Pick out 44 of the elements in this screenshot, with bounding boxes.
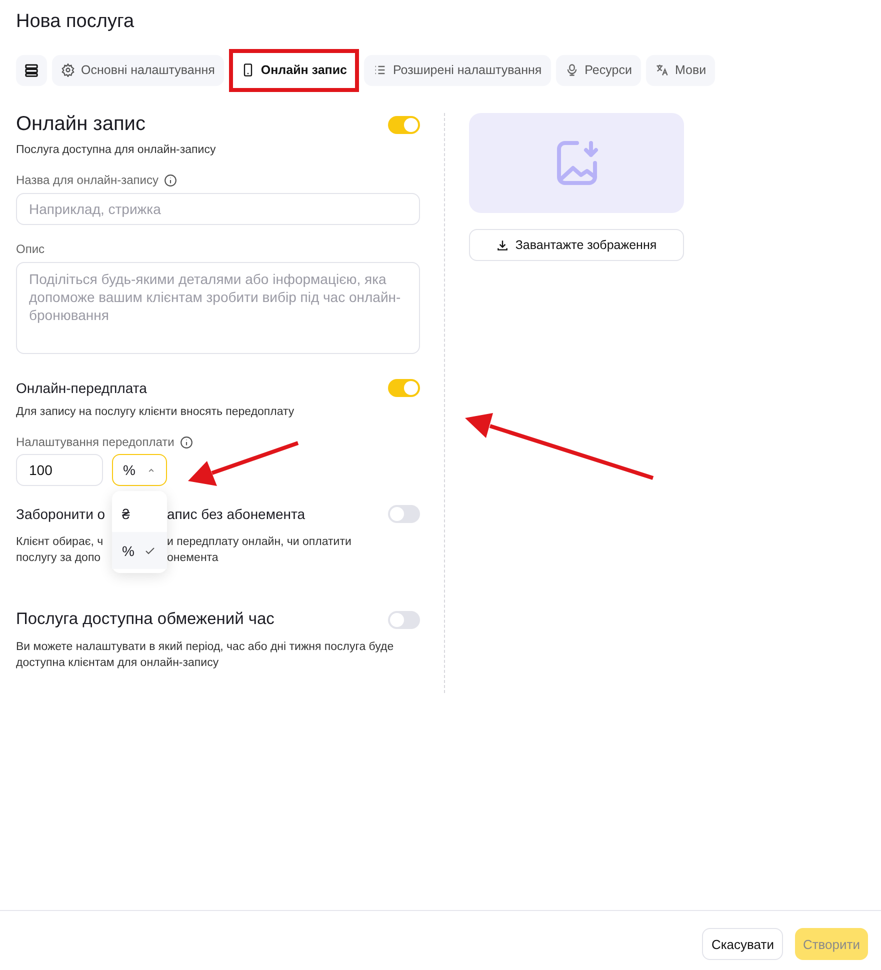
field-label: Опис [16, 242, 45, 256]
page-title: Нова послуга [15, 10, 136, 34]
upload-image-button[interactable]: Завантажте зображення [469, 229, 684, 261]
section-title: Онлайн запис [16, 113, 146, 136]
list-icon [372, 63, 387, 77]
tab[interactable]: Розширені налаштування [364, 54, 551, 86]
dropdown-option[interactable]: % [112, 532, 167, 569]
translate-icon [654, 63, 669, 77]
section-title: Заборонити о [16, 506, 106, 522]
toggle-switch[interactable] [388, 379, 420, 397]
gear-icon [61, 63, 75, 77]
microphone-icon [564, 63, 579, 77]
section-description: Для запису на послугу клієнти вносять передоплату [16, 406, 296, 418]
section-description: и передплату онлайн, чи оплатити [167, 535, 352, 550]
tab[interactable]: Ресурси [556, 54, 641, 86]
section-title: Послуга доступна обмежений час [16, 610, 274, 629]
toggle-switch[interactable] [388, 610, 420, 628]
download-icon [496, 238, 510, 252]
section-description: Клієнт обирає, ч [16, 535, 104, 550]
input-field[interactable]: Наприклад, стрижка [16, 193, 420, 225]
layers-button[interactable] [16, 54, 47, 86]
tab[interactable]: Основні налаштування [52, 54, 224, 86]
unit-dropdown[interactable]: % [112, 454, 167, 486]
cancel-button[interactable]: Скасувати [702, 928, 783, 960]
section-description: послугу за допо [16, 551, 102, 566]
layers-icon [24, 62, 39, 78]
info-icon[interactable] [164, 174, 178, 186]
description-field[interactable]: Поділіться будь-якими деталями або інформацією, яка допоможе вашим клієнтам зробити вибір під час онлайн-бронювання [16, 262, 420, 354]
section-description: онемента [167, 551, 220, 566]
section-title: Онлайн-передплата [16, 380, 147, 396]
field-label: Назва для онлайн-запису [16, 173, 158, 187]
section-description: Ви можете налаштувати в який період, час або дні тижня послуга буде доступна клієнтам для онлайн-запису [16, 640, 395, 671]
tab[interactable]: Мови [646, 54, 716, 86]
field-label: Налаштування передоплати [16, 435, 174, 449]
info-icon[interactable] [180, 436, 194, 448]
image-placeholder[interactable] [469, 113, 684, 213]
dropdown-option[interactable]: ₴ [112, 495, 167, 532]
tab[interactable]: Онлайн запис [228, 48, 359, 92]
toggle-switch[interactable] [388, 505, 420, 523]
amount-field[interactable]: 100 [16, 454, 103, 486]
section-description: Послуга доступна для онлайн-запису [16, 144, 217, 156]
check-icon [144, 544, 156, 556]
section-title: апис без абонемента [167, 506, 306, 522]
toggle-switch[interactable] [388, 116, 420, 134]
